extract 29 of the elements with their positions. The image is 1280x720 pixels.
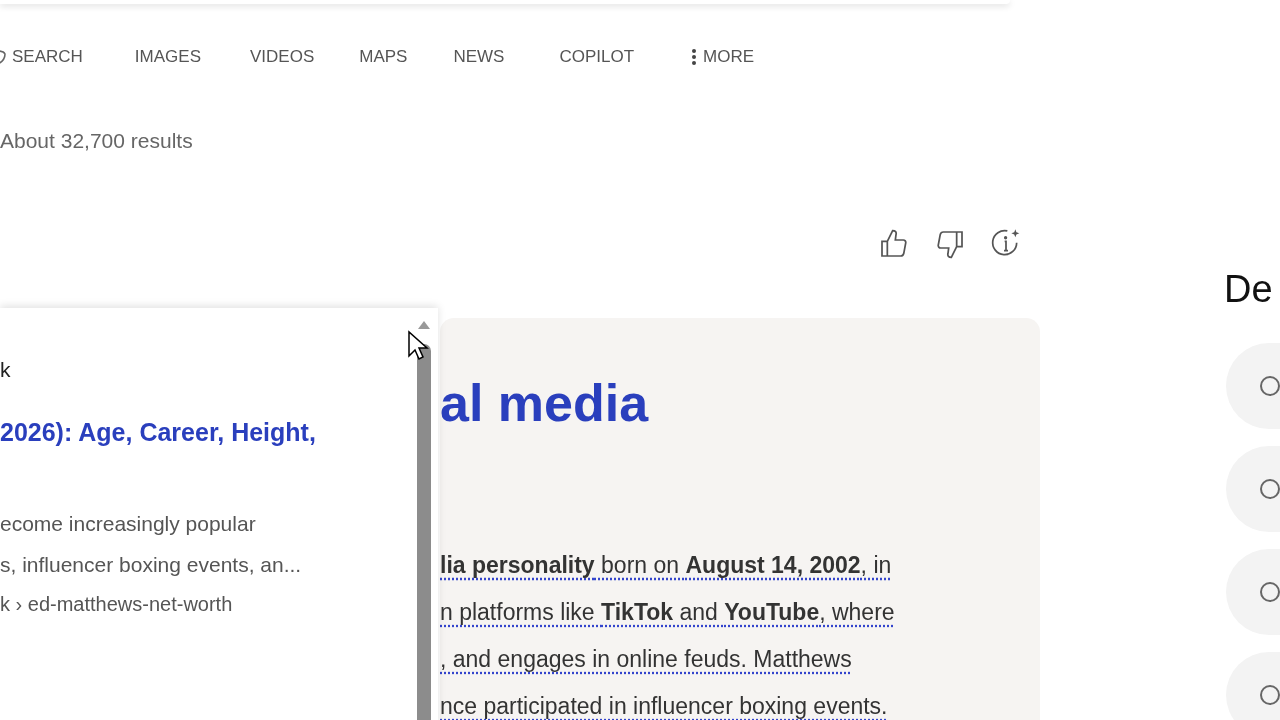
answer-text: , and engages in online feuds. Matthews — [440, 648, 853, 671]
answer-title: al media — [440, 373, 649, 433]
radio-button[interactable] — [1260, 376, 1280, 396]
nav-tab[interactable]: COPILOT — [559, 47, 635, 67]
source-name: k — [0, 358, 12, 383]
nav-tab[interactable]: IMAGES — [134, 47, 201, 67]
result-snippet: ecome increasingly popular — [0, 511, 257, 537]
answer-text: n platforms like TikTok and YouTube, where — [440, 601, 895, 624]
nav-tab[interactable]: NEWS — [453, 47, 505, 67]
thumbs-down-icon[interactable] — [934, 228, 966, 260]
result-snippet: s, influencer boxing events, an... — [0, 552, 303, 578]
sidebar-heading: De — [1224, 268, 1274, 311]
search-icon — [0, 49, 6, 65]
radio-button[interactable] — [1260, 582, 1280, 602]
answer-text: nce participated in influencer boxing events. — [440, 695, 889, 718]
nav-tab[interactable]: MAPS — [359, 47, 408, 67]
nav-tab[interactable]: SEARCH — [0, 47, 83, 67]
result-url: k › ed-matthews-net-worth — [0, 593, 234, 616]
nav-tab[interactable]: VIDEOS — [250, 47, 315, 67]
results-count: About 32,700 results — [0, 129, 194, 154]
thumbs-up-icon[interactable] — [878, 228, 910, 260]
radio-button[interactable] — [1260, 685, 1280, 705]
answer-text: lia personality born on August 14, 2002, in — [440, 554, 893, 577]
scrollbar-thumb[interactable] — [417, 344, 431, 720]
result-title-link[interactable]: 2026): Age, Career, Height, — [0, 418, 316, 447]
nav-tab[interactable]: MORE — [691, 47, 755, 67]
cursor-icon — [407, 330, 429, 362]
radio-button[interactable] — [1260, 479, 1280, 499]
more-icon — [691, 48, 698, 66]
